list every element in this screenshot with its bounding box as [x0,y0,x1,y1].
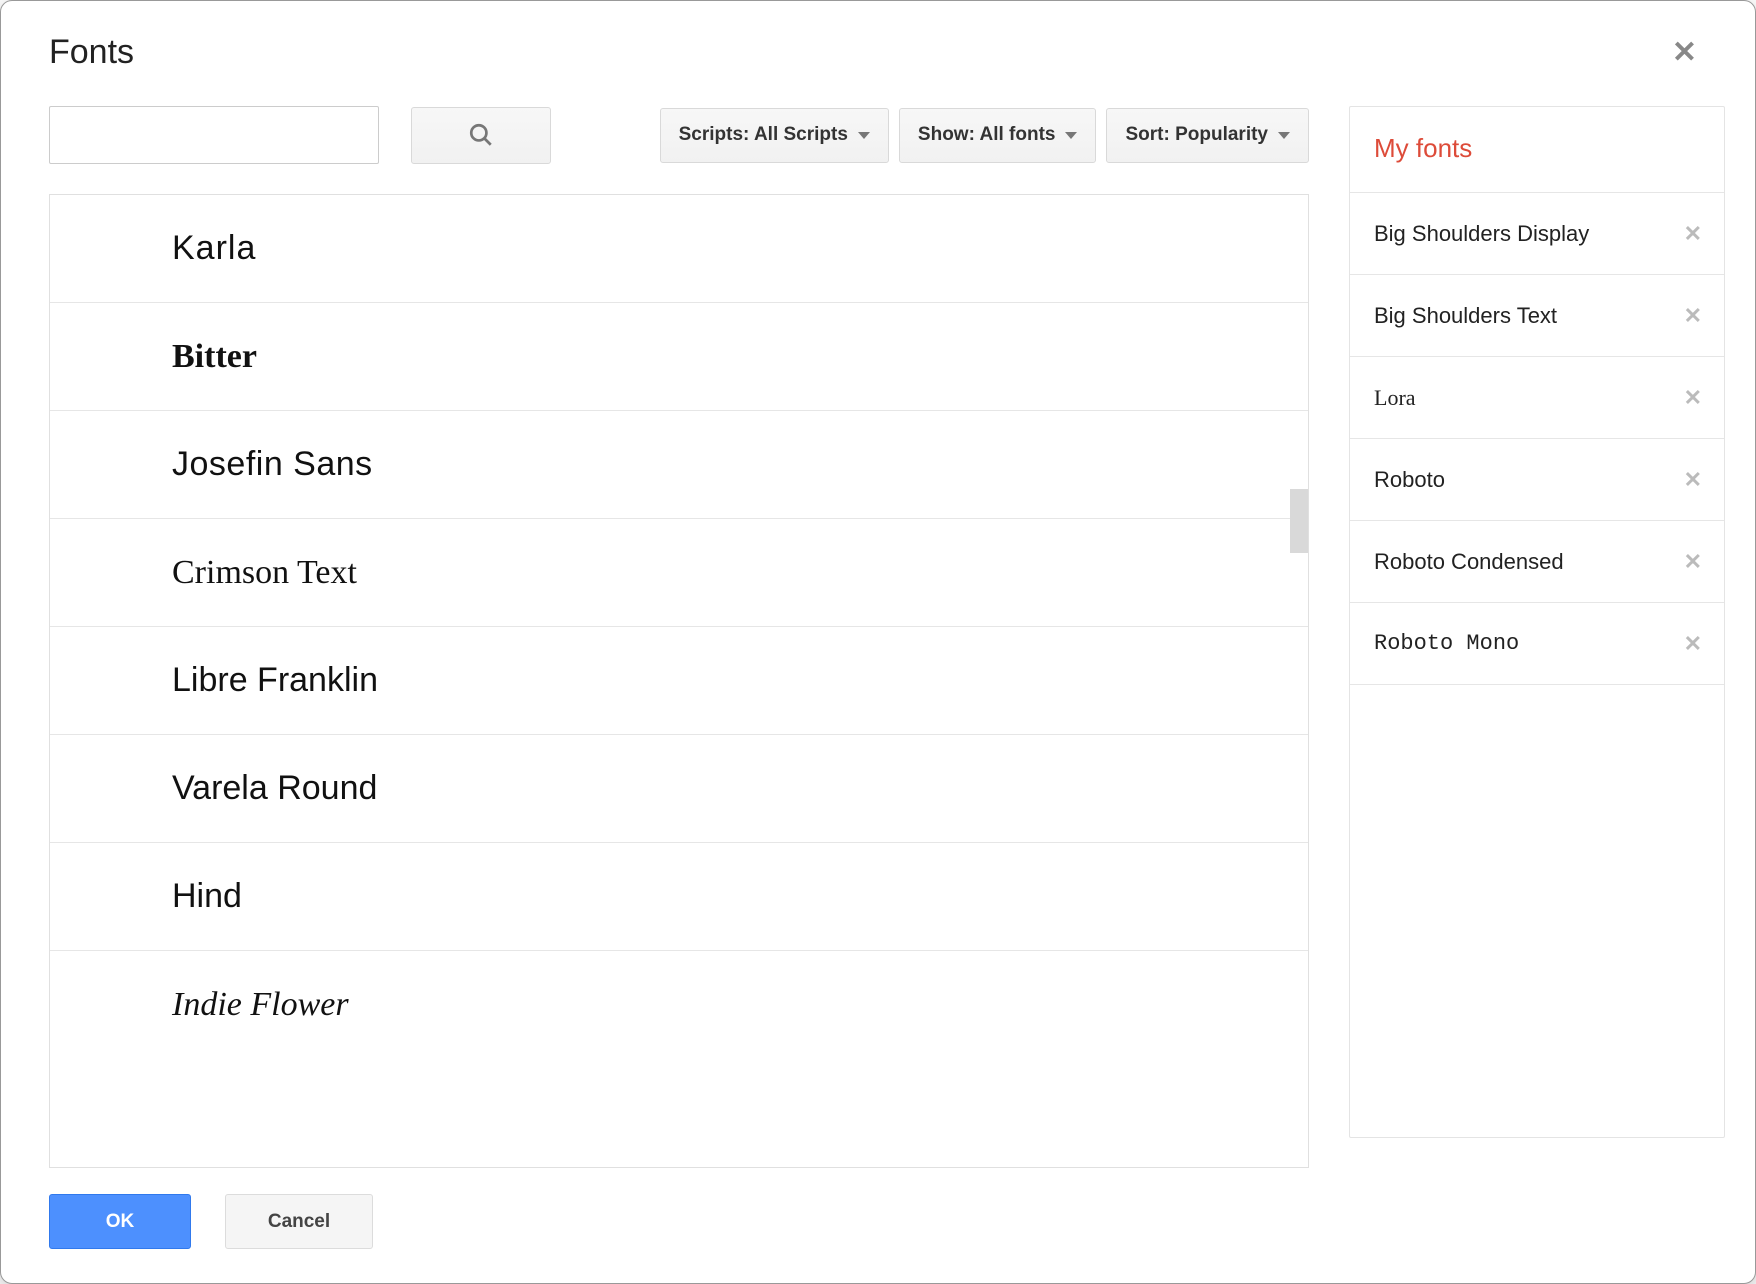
search-input[interactable] [49,106,379,164]
dialog-body: Scripts: All Scripts Show: All fonts Sor… [1,86,1755,1168]
font-row[interactable]: Josefin Sans [50,411,1308,519]
filter-group: Scripts: All Scripts Show: All fonts Sor… [660,108,1309,163]
my-fonts-panel: My fonts Big Shoulders Display✕Big Shoul… [1349,106,1725,1138]
my-font-name: Roboto Mono [1374,631,1519,656]
font-row[interactable]: Libre Franklin [50,627,1308,735]
remove-font-button[interactable]: ✕ [1684,549,1702,575]
show-filter[interactable]: Show: All fonts [899,108,1097,163]
close-icon: ✕ [1684,303,1702,328]
close-icon: ✕ [1684,631,1702,656]
font-name: Crimson Text [172,554,357,592]
font-name: Indie Flower [172,986,349,1024]
my-font-name: Big Shoulders Display [1374,221,1589,247]
font-row[interactable]: Bitter [50,303,1308,411]
left-column: Scripts: All Scripts Show: All fonts Sor… [49,106,1309,1168]
cancel-button[interactable]: Cancel [225,1194,373,1249]
search-icon [468,122,494,148]
scripts-filter-label: Scripts: All Scripts [679,124,848,146]
search-button[interactable] [411,107,551,164]
my-fonts-list: Big Shoulders Display✕Big Shoulders Text… [1350,193,1724,685]
show-filter-label: Show: All fonts [918,124,1056,146]
my-font-row[interactable]: Big Shoulders Text ✕ [1350,275,1724,357]
font-row[interactable]: Karla [50,195,1308,303]
font-name: Bitter [172,338,257,376]
my-font-name: Big Shoulders Text [1374,303,1557,329]
close-button[interactable]: ✕ [1662,29,1707,76]
close-icon: ✕ [1684,549,1702,574]
font-list[interactable]: Karla Bitter Josefin Sans Crimson Text Libre… [50,195,1308,1167]
scrollbar-thumb[interactable] [1290,489,1308,553]
my-font-row[interactable]: Lora ✕ [1350,357,1724,439]
remove-font-button[interactable]: ✕ [1684,467,1702,493]
font-name: Karla [172,229,256,268]
remove-font-button[interactable]: ✕ [1684,631,1702,657]
font-name: Hind [172,877,242,916]
close-icon: ✕ [1684,467,1702,492]
dialog-footer: OK Cancel [1,1168,1755,1283]
fonts-dialog: Fonts ✕ Scripts: All Scripts [0,0,1756,1284]
remove-font-button[interactable]: ✕ [1684,221,1702,247]
font-name: Josefin Sans [172,445,373,484]
dialog-title: Fonts [49,33,134,72]
toolbar: Scripts: All Scripts Show: All fonts Sor… [49,106,1309,194]
font-row[interactable]: Hind [50,843,1308,951]
cancel-button-label: Cancel [268,1211,330,1233]
font-row[interactable]: Crimson Text [50,519,1308,627]
font-row[interactable]: Varela Round [50,735,1308,843]
ok-button-label: OK [106,1211,135,1233]
my-font-row[interactable]: Roboto Condensed ✕ [1350,521,1724,603]
my-font-row[interactable]: Roboto Mono ✕ [1350,603,1724,685]
sort-filter[interactable]: Sort: Popularity [1106,108,1309,163]
dialog-header: Fonts ✕ [1,1,1755,86]
font-row[interactable]: Indie Flower [50,951,1308,1059]
my-font-name: Roboto [1374,467,1445,493]
my-fonts-title: My fonts [1350,107,1724,193]
my-font-name: Roboto Condensed [1374,549,1564,575]
scripts-filter[interactable]: Scripts: All Scripts [660,108,889,163]
close-icon: ✕ [1684,385,1702,410]
my-font-row[interactable]: Roboto ✕ [1350,439,1724,521]
chevron-down-icon [858,132,870,139]
ok-button[interactable]: OK [49,1194,191,1249]
chevron-down-icon [1065,132,1077,139]
sort-filter-label: Sort: Popularity [1125,124,1268,146]
close-icon: ✕ [1684,221,1702,246]
close-icon: ✕ [1672,36,1697,69]
remove-font-button[interactable]: ✕ [1684,303,1702,329]
my-font-name: Lora [1374,385,1416,411]
my-font-row[interactable]: Big Shoulders Display ✕ [1350,193,1724,275]
font-list-container: Karla Bitter Josefin Sans Crimson Text Libre… [49,194,1309,1168]
font-name: Varela Round [172,769,377,808]
chevron-down-icon [1278,132,1290,139]
font-name: Libre Franklin [172,661,378,700]
remove-font-button[interactable]: ✕ [1684,385,1702,411]
